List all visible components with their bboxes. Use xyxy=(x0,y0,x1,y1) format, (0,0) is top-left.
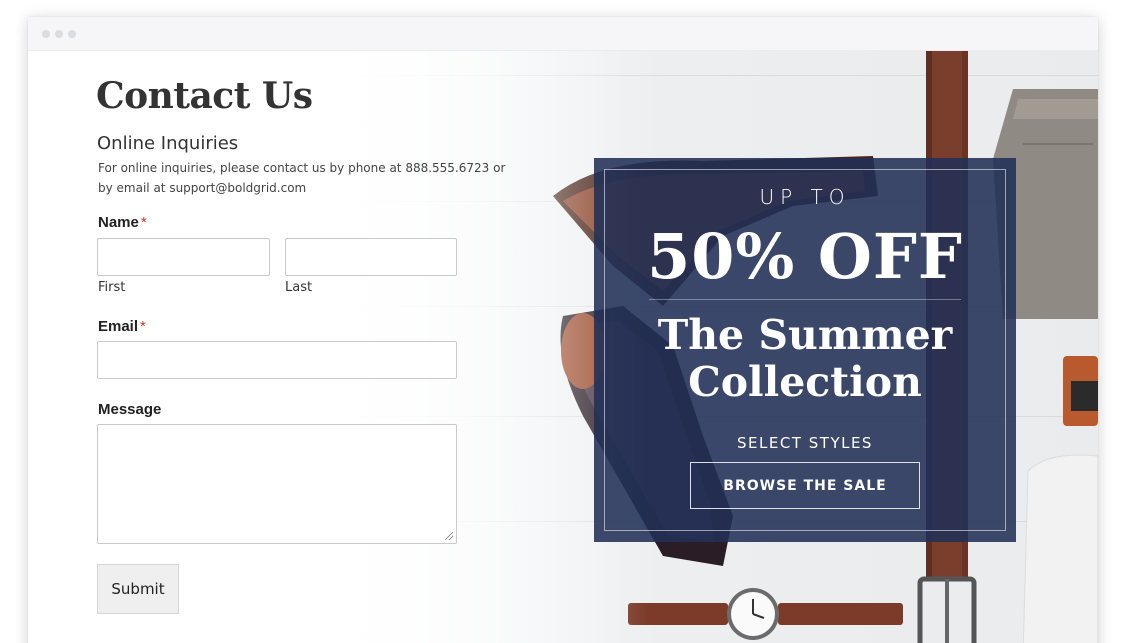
name-label: Name * xyxy=(98,214,147,231)
email-label-text: Email xyxy=(98,318,139,335)
watch-image xyxy=(628,588,903,640)
wallet-image xyxy=(1063,356,1098,426)
promo-discount: 50% OFF xyxy=(647,220,963,293)
intro-text: For online inquiries, please contact us … xyxy=(98,161,506,195)
promo-upto: UP TO xyxy=(759,185,851,209)
window-dot-icon xyxy=(55,30,63,38)
promo-select-styles: SELECT STYLES xyxy=(737,434,873,452)
browse-sale-button[interactable]: BROWSE THE SALE xyxy=(690,462,920,509)
last-name-input[interactable] xyxy=(285,238,457,276)
page-title: Contact Us xyxy=(96,75,313,117)
promo-collection-title: The Summer Collection xyxy=(657,311,953,406)
resize-grip-icon[interactable] xyxy=(445,532,453,540)
window-dot-icon xyxy=(68,30,76,38)
last-name-sublabel: Last xyxy=(285,280,313,295)
first-name-input[interactable] xyxy=(97,238,270,276)
first-name-sublabel: First xyxy=(98,280,126,295)
required-marker: * xyxy=(140,318,146,335)
name-label-text: Name xyxy=(98,214,139,231)
message-textarea[interactable] xyxy=(97,424,457,544)
window-titlebar xyxy=(28,17,1098,51)
required-marker: * xyxy=(140,214,147,231)
window-dot-icon xyxy=(42,30,50,38)
sale-promo-box: UP TO 50% OFF The Summer Collection SELE… xyxy=(594,158,1016,542)
email-input[interactable] xyxy=(97,341,457,379)
promo-divider xyxy=(649,299,961,300)
message-label: Message xyxy=(98,401,162,418)
section-subtitle: Online Inquiries xyxy=(97,133,239,154)
browser-window: Contact Us Online Inquiries For online i… xyxy=(28,17,1098,643)
submit-button[interactable]: Submit xyxy=(97,564,179,614)
email-label: Email * xyxy=(98,318,146,335)
sweater-image xyxy=(1022,454,1098,643)
